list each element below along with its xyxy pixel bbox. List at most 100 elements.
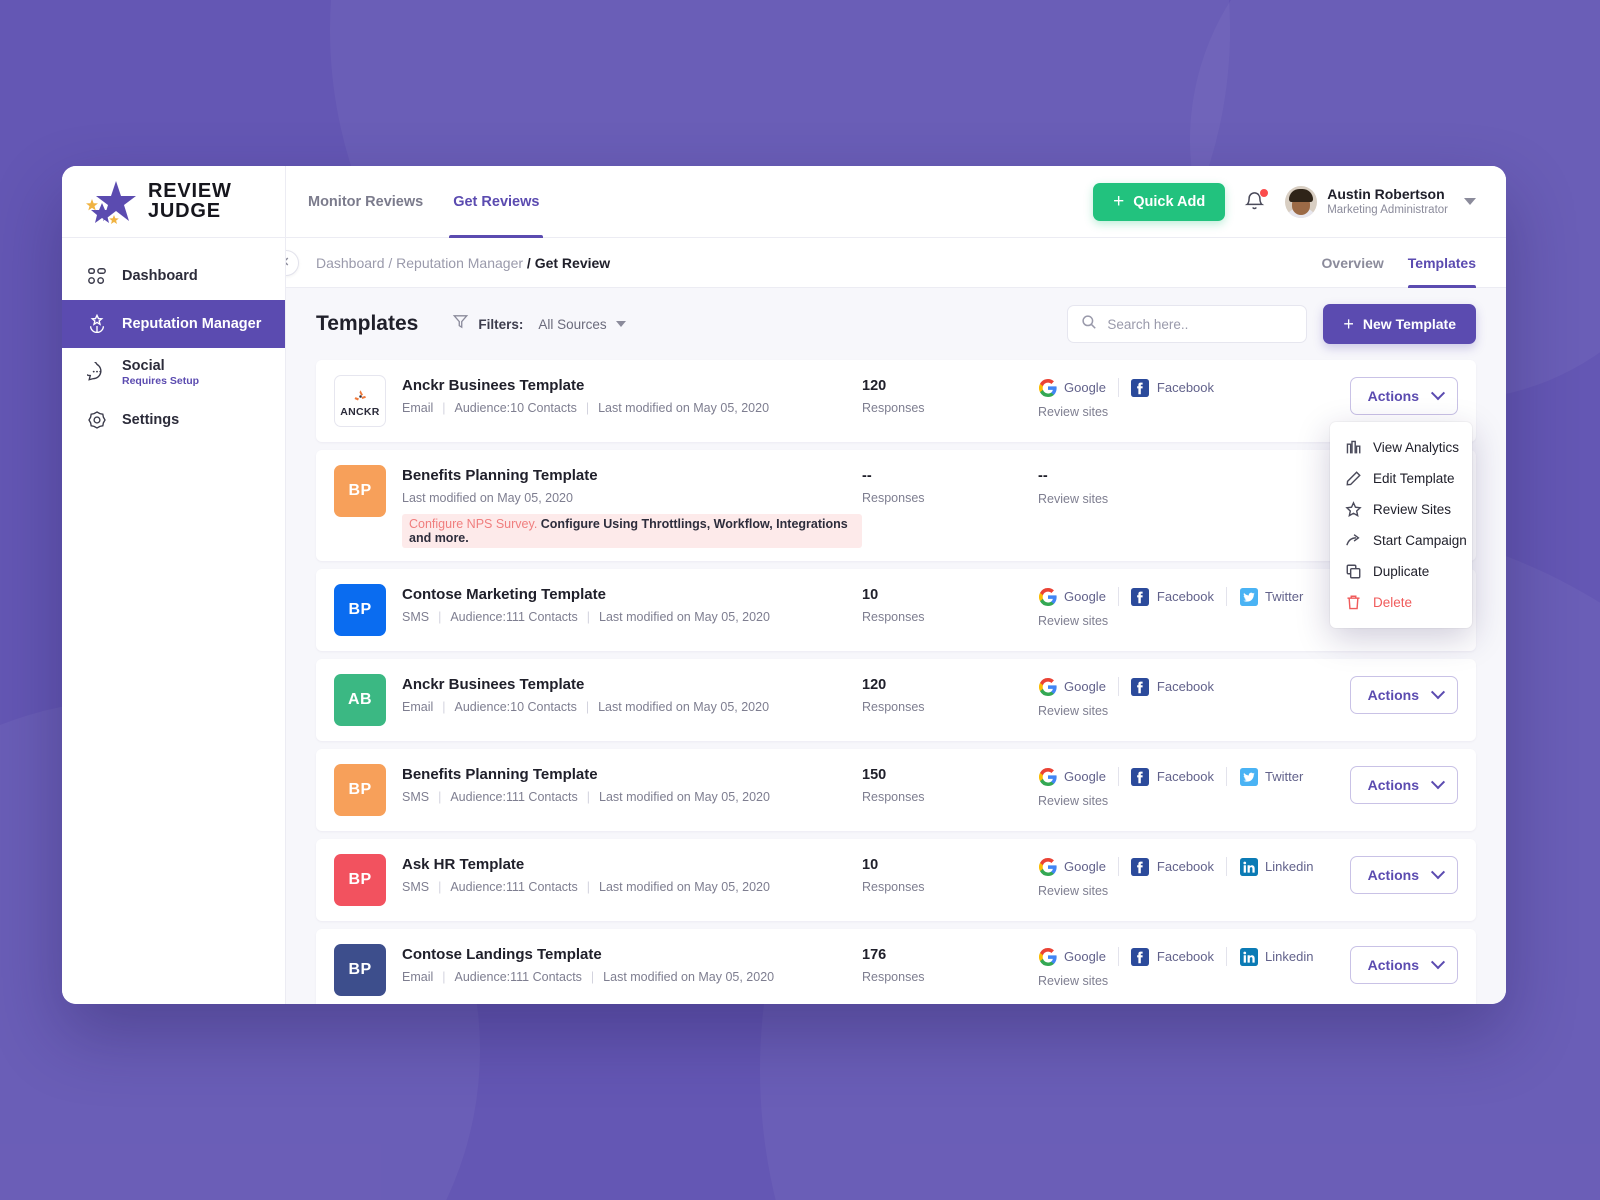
sidebar-item-label: Reputation Manager (122, 316, 262, 332)
actions-button[interactable]: Actions (1349, 377, 1458, 415)
google-icon (1038, 378, 1057, 397)
actions-cell: Actions (1338, 674, 1458, 714)
sidebar-item-dashboard[interactable]: Dashboard (62, 252, 285, 300)
actions-button[interactable]: Actions (1349, 676, 1458, 714)
meta-separator: | (442, 700, 446, 714)
facebook-icon (1131, 767, 1150, 786)
table-row[interactable]: BP Contose Marketing Template SMS | Audience… (316, 569, 1476, 651)
source-filter-select[interactable]: All Sources (538, 317, 626, 332)
review-site-linkedin[interactable]: Linkedin (1226, 857, 1313, 876)
table-row[interactable]: BP Benefits Planning Template SMS | Audience… (316, 749, 1476, 831)
review-site-google[interactable]: Google (1038, 378, 1106, 397)
review-sites-cell: Google Facebook Linkedin Review sites (1038, 944, 1338, 988)
template-channel: SMS (402, 880, 430, 894)
review-sites-cell: Google Facebook Twitter Review sites (1038, 764, 1338, 808)
user-menu[interactable]: Austin Robertson Marketing Administrator (1285, 185, 1476, 218)
template-avatar-label: BP (348, 871, 372, 888)
template-channel: Email (402, 401, 434, 415)
review-sites-list: Google Facebook (1038, 677, 1338, 696)
search-box[interactable] (1067, 305, 1308, 343)
quick-add-button[interactable]: + Quick Add (1093, 182, 1226, 221)
meta-separator: | (586, 790, 590, 804)
review-site-facebook[interactable]: Facebook (1117, 378, 1214, 397)
table-row[interactable]: BP Ask HR Template SMS | Audience:111 Contac… (316, 839, 1476, 921)
breadcrumb[interactable]: Dashboard / Reputation Manager / Get Rev… (316, 255, 610, 271)
actions-button[interactable]: Actions (1349, 856, 1458, 894)
template-modified: Last modified on May 05, 2020 (603, 970, 775, 984)
template-audience: Audience:111 Contacts (454, 970, 582, 984)
sidebar-item-label: Settings (122, 412, 180, 428)
review-site-facebook[interactable]: Facebook (1117, 767, 1214, 786)
chat-icon (86, 361, 108, 383)
review-site-twitter[interactable]: Twitter (1226, 767, 1303, 786)
new-template-label: New Template (1362, 316, 1456, 332)
template-title[interactable]: Contose Marketing Template (402, 586, 862, 603)
tab-overview[interactable]: Overview (1322, 238, 1384, 287)
review-sites-cell: -- Review sites (1038, 465, 1338, 506)
menu-item-delete[interactable]: Delete (1330, 587, 1472, 618)
menu-item-start-campaign[interactable]: Start Campaign (1330, 525, 1472, 556)
brand-line-2: JUDGE (148, 199, 221, 222)
template-title[interactable]: Benefits Planning Template (402, 766, 862, 783)
sidebar-item-reputation-manager[interactable]: Reputation Manager (62, 300, 285, 348)
facebook-icon (1131, 947, 1150, 966)
menu-item-view-analytics[interactable]: View Analytics (1330, 432, 1472, 463)
table-row[interactable]: BP Contose Landings Template Email | Audienc… (316, 929, 1476, 1004)
template-title[interactable]: Ask HR Template (402, 856, 862, 873)
review-site-google[interactable]: Google (1038, 767, 1106, 786)
table-row[interactable]: ANCKR Anckr Businees Template Email | Audien… (316, 360, 1476, 442)
table-row[interactable]: BP Benefits Planning Template Last modifie… (316, 450, 1476, 561)
menu-item-duplicate[interactable]: Duplicate (1330, 556, 1472, 587)
responses-count: 176 (862, 947, 887, 963)
review-site-google[interactable]: Google (1038, 677, 1106, 696)
anckr-logo-icon (352, 389, 369, 404)
review-sites-list: Google Facebook Linkedin (1038, 947, 1338, 966)
review-site-google[interactable]: Google (1038, 947, 1106, 966)
template-title[interactable]: Benefits Planning Template (402, 467, 862, 484)
menu-item-edit-template[interactable]: Edit Template (1330, 463, 1472, 494)
trash-icon (1345, 594, 1362, 611)
template-title[interactable]: Anckr Businees Template (402, 676, 862, 693)
notifications-button[interactable] (1243, 187, 1270, 216)
sidebar-item-settings[interactable]: Settings (62, 396, 285, 444)
filters-label: Filters: (478, 316, 524, 332)
page-title: Templates (316, 312, 419, 335)
brand-logo[interactable]: REVIEW JUDGE (62, 166, 285, 238)
tab-get-reviews[interactable]: Get Reviews (449, 166, 544, 238)
search-input[interactable] (1107, 316, 1294, 332)
review-site-linkedin[interactable]: Linkedin (1226, 947, 1313, 966)
review-site-facebook[interactable]: Facebook (1117, 587, 1214, 606)
table-row[interactable]: AB Anckr Businees Template Email | Audience:… (316, 659, 1476, 741)
nps-survey-note[interactable]: Configure NPS Survey. Configure Using Th… (402, 514, 862, 548)
menu-item-review-sites[interactable]: Review Sites (1330, 494, 1472, 525)
review-site-twitter[interactable]: Twitter (1226, 587, 1303, 606)
bell-icon (1243, 191, 1266, 216)
template-avatar: ANCKR (334, 375, 386, 427)
actions-button[interactable]: Actions (1349, 766, 1458, 804)
actions-cell: Actions (1338, 944, 1458, 984)
chevron-down-icon (1430, 865, 1446, 880)
review-sites-label: Review sites (1038, 884, 1109, 898)
template-meta: SMS | Audience:111 Contacts | Last modified … (402, 880, 862, 894)
sidebar-item-social[interactable]: Social Requires Setup (62, 348, 285, 396)
review-site-label: Facebook (1156, 859, 1215, 874)
actions-label: Actions (1367, 957, 1419, 973)
review-site-google[interactable]: Google (1038, 857, 1106, 876)
actions-cell: Actions (1338, 375, 1458, 415)
review-site-facebook[interactable]: Facebook (1117, 677, 1214, 696)
review-site-facebook[interactable]: Facebook (1117, 947, 1214, 966)
template-title[interactable]: Contose Landings Template (402, 946, 862, 963)
template-avatar-label: AB (348, 691, 372, 708)
tab-templates[interactable]: Templates (1407, 238, 1477, 288)
breadcrumb-trail: Dashboard / Reputation Manager (316, 254, 527, 271)
review-site-label: Google (1064, 949, 1106, 964)
actions-dropdown-menu[interactable]: View Analytics Edit Template Review Sites S… (1330, 422, 1472, 628)
sidebar-item-label: Social (122, 357, 165, 374)
actions-button[interactable]: Actions (1349, 946, 1458, 984)
review-site-facebook[interactable]: Facebook (1117, 857, 1215, 876)
responses-count: 10 (862, 857, 879, 873)
new-template-button[interactable]: + New Template (1323, 304, 1476, 344)
tab-monitor-reviews[interactable]: Monitor Reviews (304, 166, 427, 237)
template-title[interactable]: Anckr Businees Template (402, 377, 862, 394)
review-site-google[interactable]: Google (1038, 587, 1106, 606)
